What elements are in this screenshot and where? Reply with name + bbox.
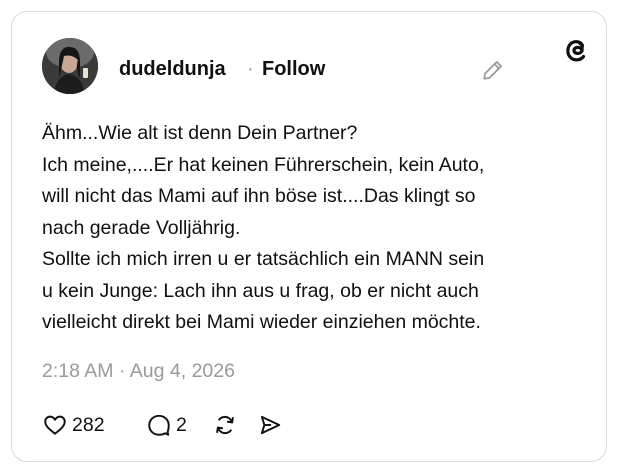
comment-icon (146, 412, 172, 438)
username[interactable]: dudeldunja (119, 58, 226, 81)
post-text-line: Ich meine,....Er hat keinen Führerschein… (42, 153, 485, 176)
threads-logo-icon[interactable] (561, 35, 591, 65)
avatar[interactable] (42, 38, 98, 94)
post-text-line: Ähm...Wie alt ist denn Dein Partner? (42, 122, 358, 144)
edit-icon[interactable] (480, 57, 506, 83)
reply-count: 2 (176, 413, 187, 436)
like-button[interactable]: 282 (42, 410, 105, 440)
like-count: 282 (72, 413, 105, 436)
post-text-line: will nicht das Mami auf ihn böse ist....… (42, 185, 476, 207)
follow-button[interactable]: Follow (262, 58, 325, 81)
post-text: Ähm...Wie alt ist denn Dein Partner? Ich… (42, 118, 582, 339)
post-text-line: nach gerade Volljährig. (42, 216, 241, 239)
share-icon (257, 412, 283, 438)
post-timestamp[interactable]: 2:18 AM · Aug 4, 2026 (42, 360, 235, 383)
share-button[interactable] (257, 410, 283, 440)
repost-icon (212, 412, 238, 438)
post-text-line: u kein Junge: Lach ihn aus u frag, ob er… (42, 279, 479, 302)
separator-dot: · (247, 58, 254, 80)
reply-button[interactable]: 2 (146, 410, 187, 440)
post-card: dudeldunja · Follow Ähm...Wie alt ist de… (11, 11, 607, 462)
repost-button[interactable] (212, 410, 238, 440)
post-text-line: vielleicht direkt bei Mami wieder einzie… (42, 311, 481, 333)
post-text-line: Sollte ich mich irren u er tatsächlich e… (42, 248, 485, 270)
heart-icon (42, 412, 68, 438)
